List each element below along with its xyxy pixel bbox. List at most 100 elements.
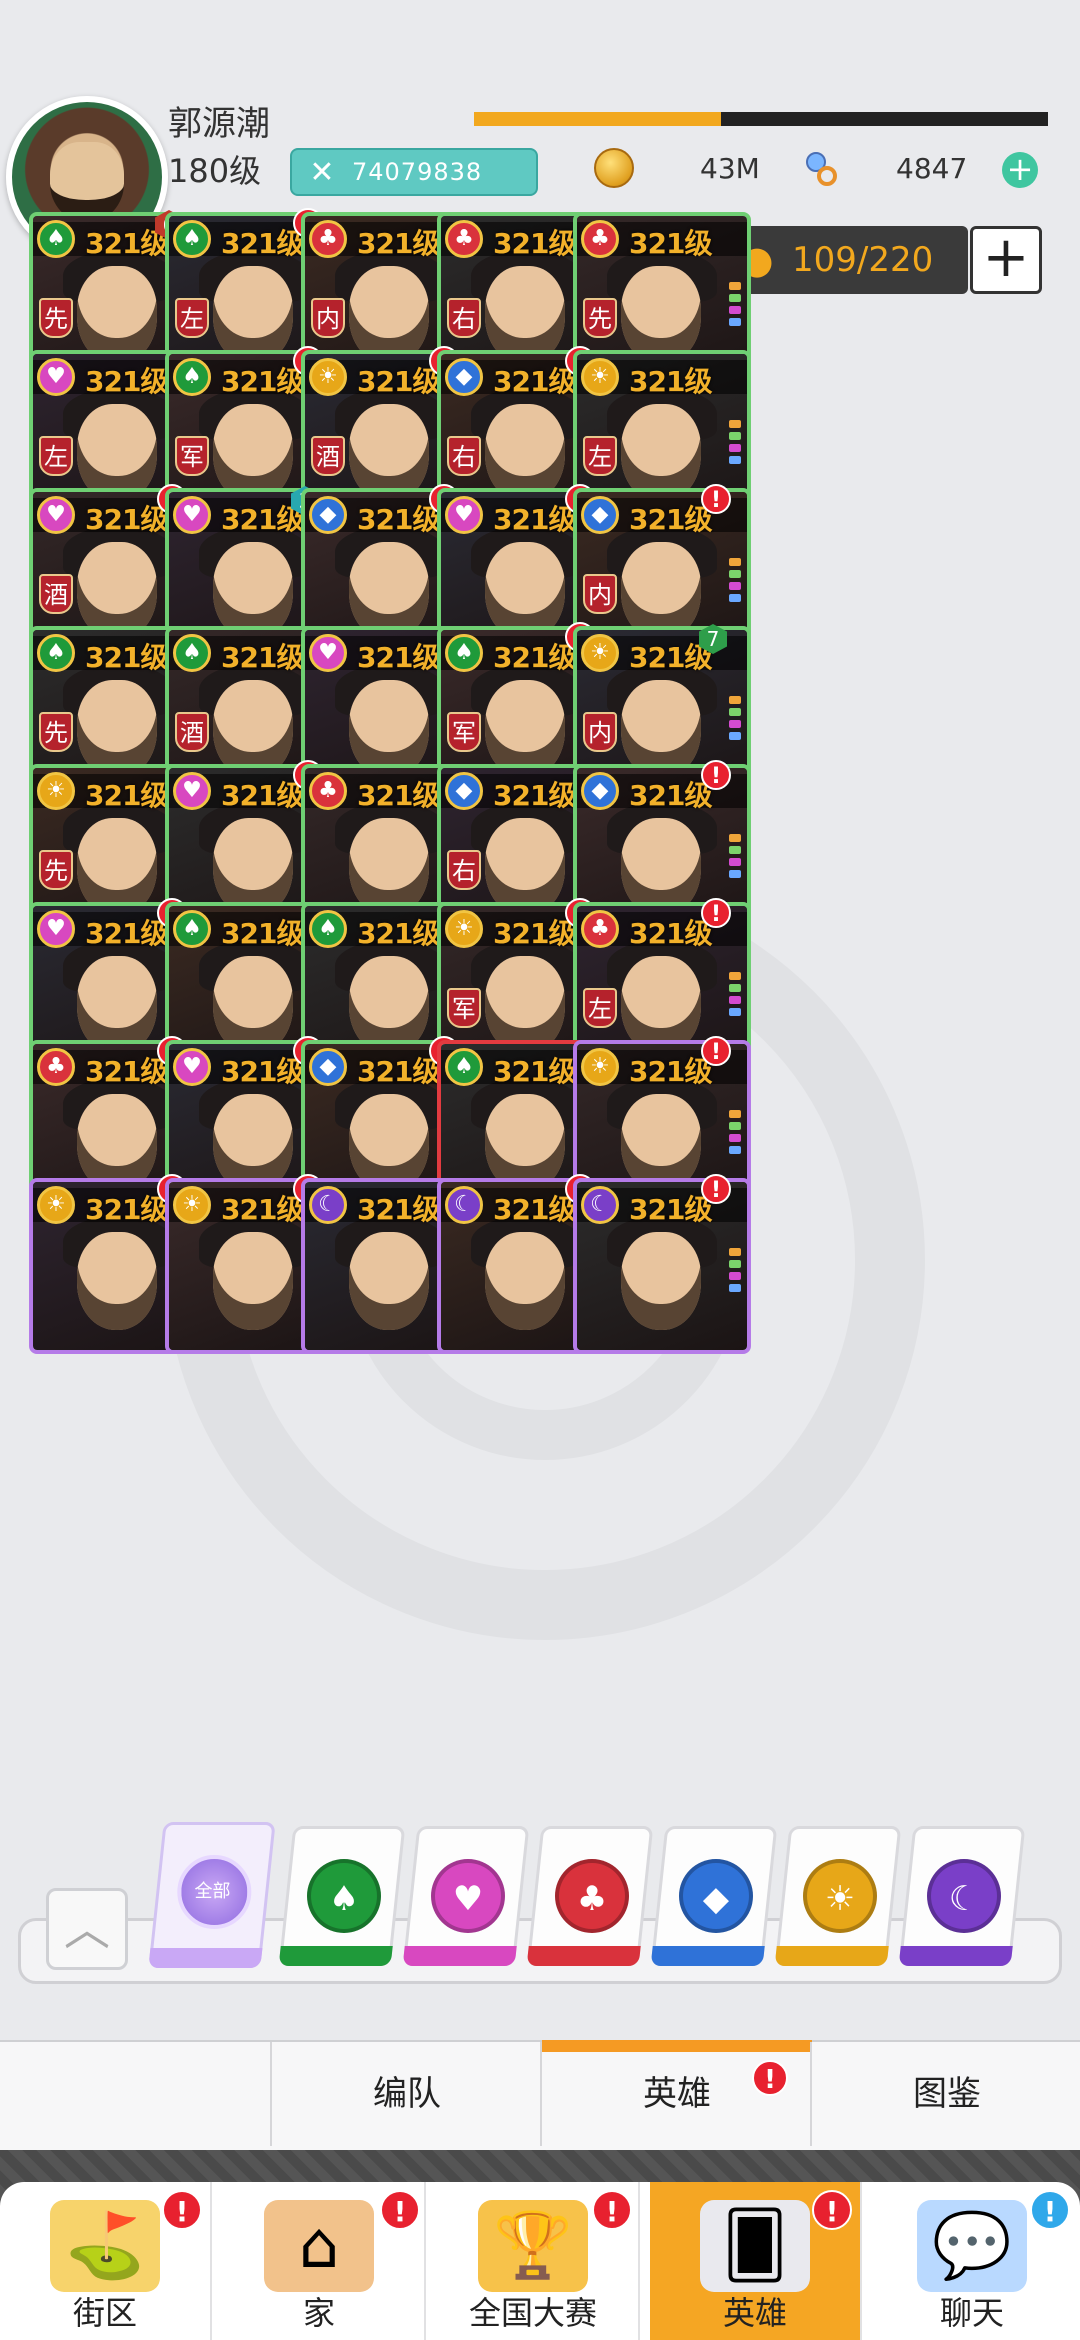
- hero-level: 321级: [357, 503, 440, 536]
- hero-rank-badge: 右: [447, 298, 481, 338]
- alert-badge: !: [701, 1174, 731, 1204]
- club-suit-icon: ♣: [309, 772, 347, 810]
- moon-suit-icon: ☾: [581, 1186, 619, 1224]
- diamond-suit-icon: ◆: [445, 358, 483, 396]
- filter-all-label: 全部: [194, 1881, 231, 1902]
- alert-badge: !: [812, 2190, 852, 2230]
- sun-suit-icon: ☀: [445, 910, 483, 948]
- diamond-suit-icon: ◆: [581, 772, 619, 810]
- diamond-suit-icon: ◆: [309, 1048, 347, 1086]
- hero-rank-badge: 左: [175, 298, 209, 338]
- heart-suit-icon: ♥: [173, 1048, 211, 1086]
- hero-rank-badge: 军: [447, 988, 481, 1028]
- nav-chat-label: 聊天: [939, 2294, 1004, 2332]
- heart-suit-icon: ♥: [309, 634, 347, 672]
- hero-rank-badge: 先: [39, 712, 73, 752]
- hero-level: 321级: [493, 1193, 576, 1226]
- nav-home-label: 家: [302, 2294, 335, 2332]
- spade-suit-icon: ♠: [173, 358, 211, 396]
- hero-rank-badge: 酒: [39, 574, 73, 614]
- filter-tab-diamond[interactable]: ◆: [650, 1826, 778, 1966]
- alert-badge: !: [701, 760, 731, 790]
- equipment-bars: [729, 834, 741, 882]
- hero-rank-badge: 左: [39, 436, 73, 476]
- spade-suit-icon: ♠: [173, 634, 211, 672]
- hero-level: 321级: [221, 641, 304, 674]
- nav-contest-label: 全国大赛: [468, 2294, 597, 2332]
- hero-card[interactable]: ☾ 321级: [573, 1178, 751, 1354]
- hero-level: 321级: [357, 1193, 440, 1226]
- filter-tab-club[interactable]: ♣: [526, 1826, 654, 1966]
- hero-level: 321级: [357, 779, 440, 812]
- hero-level: 321级: [493, 917, 576, 950]
- spade-suit-icon: ♠: [173, 220, 211, 258]
- hero-level: 321级: [85, 641, 168, 674]
- moon-suit-icon: ☾: [927, 1859, 1001, 1933]
- hero-level: 321级: [221, 1193, 304, 1226]
- sun-suit-icon: ☀: [803, 1859, 877, 1933]
- heart-suit-icon: ♥: [37, 496, 75, 534]
- equipment-bars: [729, 420, 741, 468]
- club-suit-icon: ♣: [581, 910, 619, 948]
- hero-level: 321级: [493, 365, 576, 398]
- signpost-icon: ⛳: [50, 2200, 160, 2292]
- heart-suit-icon: ♥: [431, 1859, 505, 1933]
- spade-suit-icon: ♠: [173, 910, 211, 948]
- hero-level: 321级: [493, 1055, 576, 1088]
- sun-suit-icon: ☀: [37, 1186, 75, 1224]
- diamond-suit-icon: ◆: [679, 1859, 753, 1933]
- hero-level: 321级: [493, 779, 576, 812]
- hero-subtabs: 编队 英雄 图鉴 !: [0, 2040, 1080, 2152]
- alert-badge: !: [701, 484, 731, 514]
- hero-rank-badge: 右: [447, 850, 481, 890]
- moon-suit-icon: ☾: [445, 1186, 483, 1224]
- hero-level: 321级: [85, 503, 168, 536]
- spade-suit-icon: ♠: [37, 634, 75, 672]
- hero-level: 321级: [493, 227, 576, 260]
- diamond-suit-icon: ◆: [581, 496, 619, 534]
- scroll-up-button[interactable]: ︿: [46, 1888, 128, 1970]
- equipment-bars: [729, 1248, 741, 1296]
- spade-suit-icon: ♠: [307, 1859, 381, 1933]
- hero-rank-badge: 内: [311, 298, 345, 338]
- hero-level: 321级: [629, 227, 712, 260]
- chat-bubble-icon: 💬: [917, 2200, 1027, 2292]
- sun-suit-icon: ☀: [309, 358, 347, 396]
- hero-rank-badge: 军: [447, 712, 481, 752]
- sun-suit-icon: ☀: [581, 1048, 619, 1086]
- club-suit-icon: ♣: [581, 220, 619, 258]
- hero-level: 321级: [357, 227, 440, 260]
- info-badge: !: [1030, 2190, 1070, 2230]
- alert-badge: !: [162, 2190, 202, 2230]
- spade-suit-icon: ♠: [445, 634, 483, 672]
- hero-rank-badge: 军: [175, 436, 209, 476]
- tab-formation[interactable]: 编队: [270, 2042, 542, 2146]
- hero-rank-badge: 酒: [311, 436, 345, 476]
- moon-suit-icon: ☾: [309, 1186, 347, 1224]
- sun-suit-icon: ☀: [581, 634, 619, 672]
- trophy-icon: 🏆: [478, 2200, 588, 2292]
- filter-tab-spade[interactable]: ♠: [278, 1826, 406, 1966]
- spade-suit-icon: ♠: [37, 220, 75, 258]
- hero-level: 321级: [493, 641, 576, 674]
- tab-codex[interactable]: 图鉴: [810, 2042, 1080, 2146]
- hero-rank-badge: 先: [583, 298, 617, 338]
- filter-tab-moon[interactable]: ☾: [898, 1826, 1026, 1966]
- hero-level: 321级: [221, 1055, 304, 1088]
- hero-level: 321级: [85, 1055, 168, 1088]
- hero-level: 321级: [629, 1193, 712, 1226]
- alert-badge: !: [380, 2190, 420, 2230]
- club-suit-icon: ♣: [555, 1859, 629, 1933]
- filter-tab-all[interactable]: 全部: [148, 1822, 276, 1968]
- hero-level: 321级: [357, 641, 440, 674]
- hero-level: 321级: [629, 503, 712, 536]
- hero-level: 321级: [629, 917, 712, 950]
- hero-level: 321级: [493, 503, 576, 536]
- nav-heroes-label: 英雄: [722, 2294, 787, 2332]
- filter-tab-sun[interactable]: ☀: [774, 1826, 902, 1966]
- hero-rank-badge: 先: [39, 850, 73, 890]
- hero-level: 321级: [85, 365, 168, 398]
- hero-level: 321级: [357, 1055, 440, 1088]
- filter-tab-heart[interactable]: ♥: [402, 1826, 530, 1966]
- hero-level: 321级: [629, 365, 712, 398]
